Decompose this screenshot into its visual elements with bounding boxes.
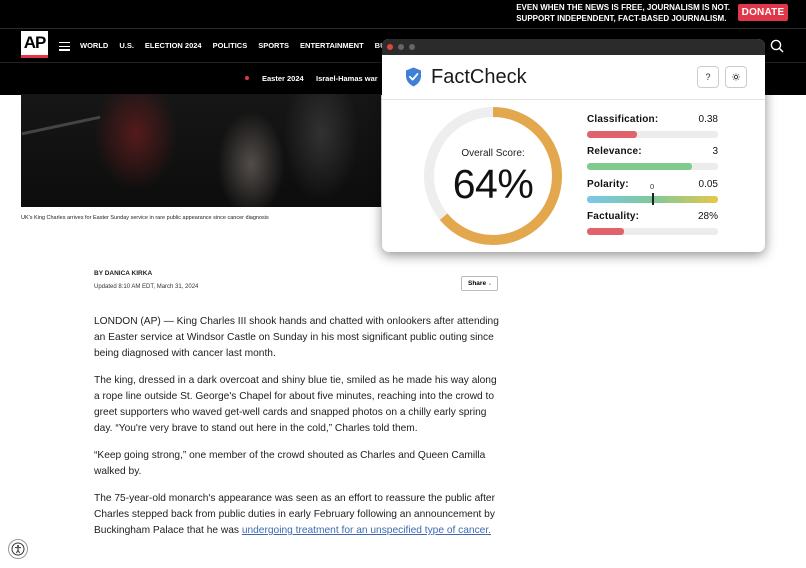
factuality-bar <box>587 228 624 235</box>
promo-line-1: EVEN WHEN THE NEWS IS FREE, JOURNALISM I… <box>516 3 730 12</box>
polarity-value: 0.05 <box>698 179 718 190</box>
relevance-track <box>587 163 718 170</box>
nav-item-politics[interactable]: POLITICS <box>213 41 248 50</box>
byline[interactable]: BY DANICA KIRKA <box>94 270 152 277</box>
promo-line-2: SUPPORT INDEPENDENT, FACT-BASED JOURNALI… <box>516 14 727 23</box>
help-label: ? <box>705 72 711 82</box>
share-icon <box>489 282 491 285</box>
trending-easter-2024[interactable]: Easter 2024 <box>262 74 304 83</box>
updated-timestamp: Updated 8:10 AM EDT, March 31, 2024 <box>94 284 199 290</box>
promo-text: EVEN WHEN THE NEWS IS FREE, JOURNALISM I… <box>516 2 730 24</box>
live-dot-icon <box>245 76 249 80</box>
classification-bar <box>587 131 637 138</box>
relevance-value: 3 <box>712 146 718 157</box>
nav-item-sports[interactable]: SPORTS <box>258 41 289 50</box>
accessibility-icon[interactable] <box>8 539 28 559</box>
nav-item-world[interactable]: WORLD <box>80 41 108 50</box>
cancer-treatment-link[interactable]: undergoing treatment for an unspecified … <box>242 525 491 536</box>
nav-items: WORLD U.S. ELECTION 2024 POLITICS SPORTS… <box>80 41 408 50</box>
polarity-zero-label: 0 <box>650 182 655 191</box>
nav-item-election-2024[interactable]: ELECTION 2024 <box>145 41 202 50</box>
nav-item-us[interactable]: U.S. <box>119 41 134 50</box>
shield-check-icon <box>406 67 421 87</box>
classification-label: Classification: <box>587 114 659 125</box>
popup-divider <box>382 99 765 100</box>
article-paragraph: LONDON (AP) — King Charles III shook han… <box>94 316 499 359</box>
promo-bar: EVEN WHEN THE NEWS IS FREE, JOURNALISM I… <box>0 0 806 28</box>
factuality-value: 28% <box>697 211 718 222</box>
ap-logo[interactable]: AP <box>21 31 48 58</box>
factcheck-title: FactCheck <box>431 66 527 88</box>
article-paragraph: The king, dressed in a dark overcoat and… <box>94 375 497 434</box>
article-paragraph: “Keep going strong,” one member of the c… <box>94 450 486 477</box>
donate-button[interactable]: DONATE <box>738 4 788 21</box>
window-close-button[interactable] <box>387 44 393 50</box>
sun-icon <box>732 73 740 81</box>
factuality-track <box>587 228 718 235</box>
window-minimize-button[interactable] <box>398 44 404 50</box>
article-paragraph: The 75-year-old monarch's appearance was… <box>94 491 502 539</box>
overall-score-label: Overall Score: <box>461 148 525 159</box>
search-icon[interactable] <box>770 39 784 53</box>
overall-score-value: 64% <box>452 161 534 207</box>
polarity-marker <box>652 193 654 205</box>
trending-israel-hamas-war[interactable]: Israel-Hamas war <box>316 74 378 83</box>
help-button[interactable]: ? <box>697 66 719 88</box>
factuality-label: Factuality: <box>587 211 640 222</box>
menu-icon[interactable] <box>59 42 70 51</box>
theme-toggle-button[interactable] <box>725 66 747 88</box>
classification-track <box>587 131 718 138</box>
share-button[interactable]: Share <box>461 276 498 291</box>
popup-titlebar <box>382 39 765 55</box>
classification-value: 0.38 <box>698 114 718 125</box>
polarity-label: Polarity: <box>587 179 629 190</box>
article-body: LONDON (AP) — King Charles III shook han… <box>94 314 502 550</box>
share-label: Share <box>468 280 487 287</box>
relevance-bar <box>587 163 692 170</box>
relevance-label: Relevance: <box>587 146 642 157</box>
window-maximize-button[interactable] <box>409 44 415 50</box>
hero-image <box>21 94 381 207</box>
factcheck-popup: FactCheck ? Overall Score: 64% Classific… <box>382 39 765 252</box>
nav-item-entertainment[interactable]: ENTERTAINMENT <box>300 41 364 50</box>
hero-caption: UK's King Charles arrives for Easter Sun… <box>21 215 269 221</box>
